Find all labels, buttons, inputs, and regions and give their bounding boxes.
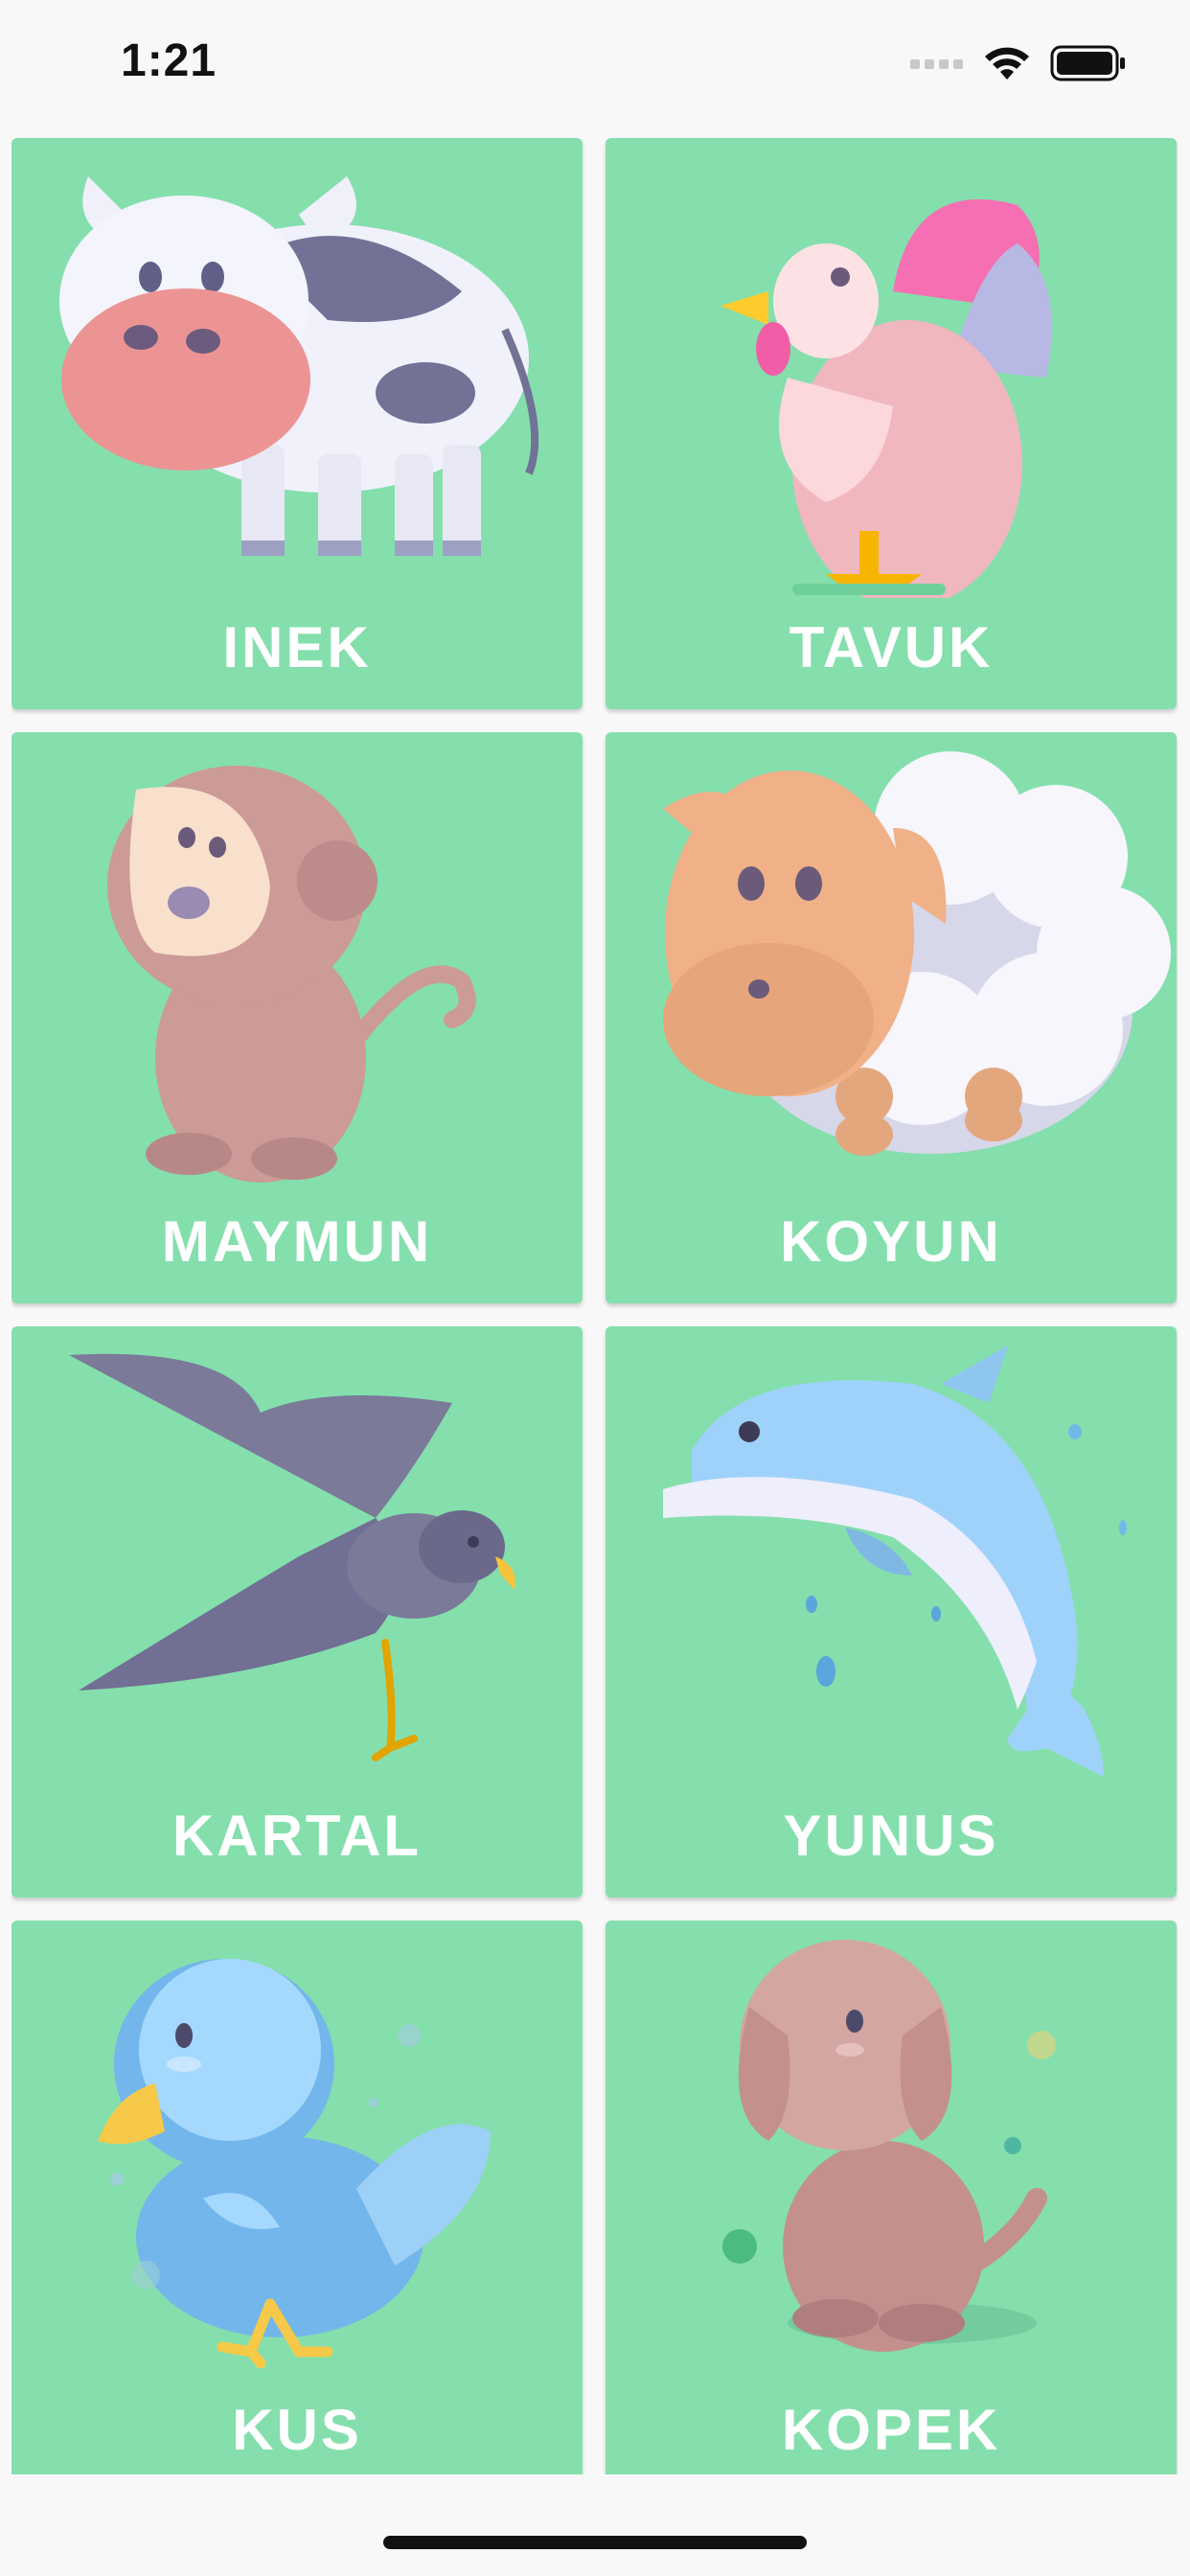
animal-card-kus[interactable]: KUS	[11, 1920, 583, 2474]
animal-card-inek[interactable]: INEK	[11, 138, 583, 709]
monkey-icon	[107, 766, 476, 1183]
animal-label: INEK	[222, 615, 372, 679]
cellular-signal-icon	[910, 56, 964, 76]
rooster-icon	[721, 199, 1052, 598]
bird-icon	[98, 1959, 491, 2369]
cow-icon	[59, 176, 539, 556]
eagle-icon	[69, 1353, 515, 1761]
animal-card-kopek[interactable]: KOPEK	[606, 1920, 1177, 2474]
dolphin-icon	[663, 1346, 1127, 1777]
home-indicator[interactable]	[383, 2536, 807, 2549]
status-bar: 1:21	[0, 0, 1190, 134]
animal-label: TAVUK	[789, 615, 994, 679]
animal-label: MAYMUN	[161, 1209, 433, 1274]
animal-label: KOPEK	[781, 2398, 1001, 2462]
wifi-icon	[983, 45, 1031, 86]
sheep-icon	[663, 751, 1171, 1156]
animal-label: YUNUS	[783, 1804, 999, 1868]
animal-card-tavuk[interactable]: TAVUK	[606, 138, 1177, 709]
dog-icon	[722, 1940, 1056, 2352]
animal-label: KOYUN	[780, 1209, 1002, 1274]
status-icons	[910, 44, 1127, 87]
animal-card-maymun[interactable]: MAYMUN	[11, 732, 583, 1303]
animal-card-yunus[interactable]: YUNUS	[606, 1326, 1177, 1898]
animal-label: KUS	[232, 2398, 362, 2462]
animal-grid: INEK TAVUK MAYMUN KOYUN KARTAL YUNUS KUS…	[11, 138, 1179, 2474]
animal-card-koyun[interactable]: KOYUN	[606, 732, 1177, 1303]
animal-label: KARTAL	[172, 1804, 423, 1868]
animal-card-kartal[interactable]: KARTAL	[11, 1326, 583, 1898]
battery-icon	[1050, 44, 1127, 87]
status-time: 1:21	[121, 35, 217, 86]
